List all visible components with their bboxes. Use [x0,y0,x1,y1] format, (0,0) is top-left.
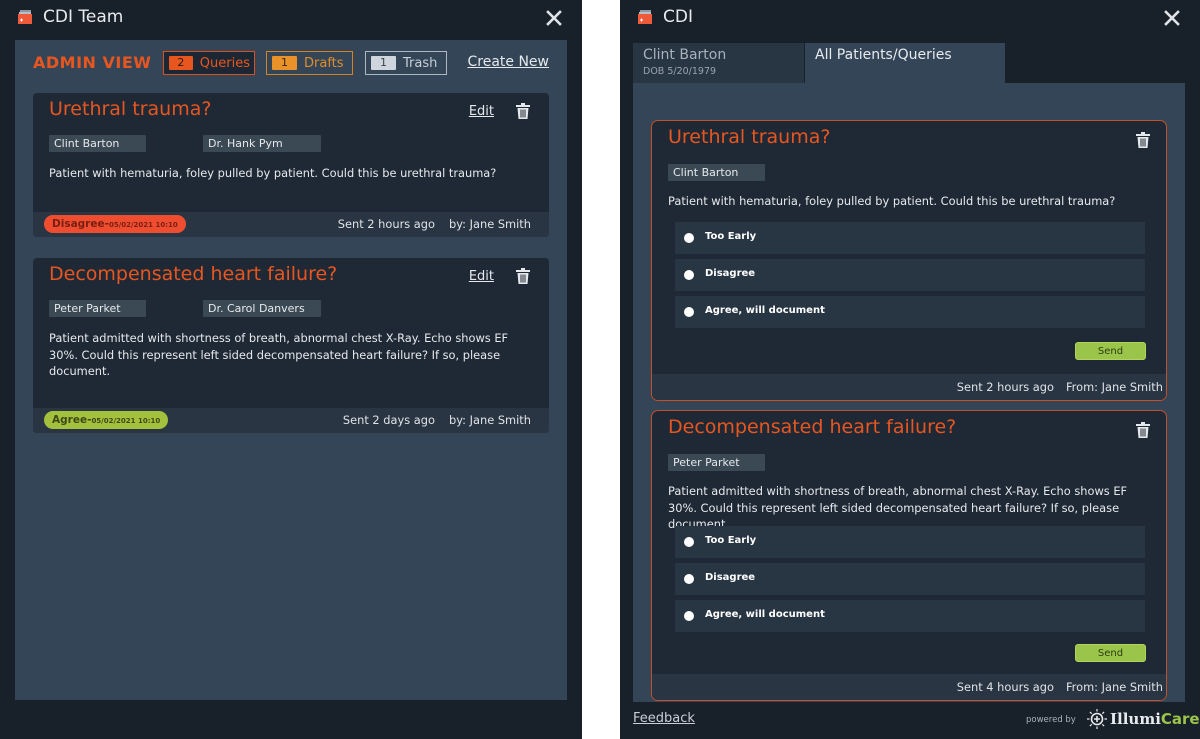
brand-name-care: Care [1160,710,1200,728]
response-options: Too Early Disagree Agree, will document [675,526,1145,637]
tab-label: All Patients/Queries [815,47,952,63]
status-text: Disagree [52,218,105,230]
trash-icon[interactable] [1136,422,1150,438]
sent-time: Sent 2 hours ago [337,217,435,231]
tab-label: Clint Barton [643,47,727,63]
option-label: Too Early [705,231,757,242]
radio-button[interactable] [684,574,694,584]
query-footer: Sent 4 hours ago From: Jane Smith [652,674,1166,700]
option-disagree[interactable]: Disagree [675,259,1145,291]
radio-button[interactable] [684,270,694,280]
drafts-filter-button[interactable]: 1 Drafts [266,51,353,75]
powered-by-label: powered by [1026,715,1076,725]
patient-dob: DOB 5/20/1979 [643,66,717,77]
sender: From: Jane Smith [1065,680,1163,694]
query-footer: Disagree-05/02/2021 10:10 Sent 2 hours a… [33,212,549,237]
cdi-team-window: CDI Team ADMIN VIEW 2 Queries 1 Drafts 1… [0,0,582,739]
status-badge: Disagree-05/02/2021 10:10 [44,215,186,233]
trash-icon[interactable] [516,268,530,284]
query-body: Patient admitted with shortness of breat… [49,331,509,378]
queries-count-badge: 2 [169,56,193,70]
edit-link[interactable]: Edit [469,269,494,284]
option-agree-will-document[interactable]: Agree, will document [675,600,1145,632]
response-options: Too Early Disagree Agree, will document [675,222,1145,333]
window-title: CDI Team [43,7,124,27]
sender: From: Jane Smith [1065,380,1163,394]
query-card: Urethral trauma? Clint Barton Patient wi… [651,120,1167,401]
option-disagree[interactable]: Disagree [675,563,1145,595]
query-title: Urethral trauma? [49,98,212,120]
doctor-chip: Dr. Hank Pym [203,135,321,152]
radio-button[interactable] [684,611,694,621]
option-agree-will-document[interactable]: Agree, will document [675,296,1145,328]
author: by: Jane Smith [449,217,531,231]
tab-patient-clint-barton[interactable]: Clint Barton DOB 5/20/1979 [633,43,804,83]
patient-chip: Clint Barton [668,164,765,181]
send-button[interactable]: Send [1075,644,1146,662]
title-bar: CDI [620,0,1200,38]
query-body: Patient with hematuria, foley pulled by … [49,166,497,180]
trash-count-badge: 1 [371,56,396,70]
radio-button[interactable] [684,537,694,547]
trash-icon[interactable] [1136,132,1150,148]
patient-chip: Clint Barton [49,135,146,152]
brand-name-illumi: Illumi [1110,710,1161,728]
cdi-window: CDI Clint Barton DOB 5/20/1979 All Patie… [620,0,1200,739]
status-date: 05/02/2021 10:10 [91,417,161,425]
drafts-filter-label: Drafts [304,55,344,71]
sun-plus-logo-icon [1087,709,1107,729]
option-too-early[interactable]: Too Early [675,526,1145,558]
option-label: Too Early [705,535,757,546]
query-footer: Agree-05/02/2021 10:10 Sent 2 days ago b… [33,408,549,433]
admin-view-heading: ADMIN VIEW [33,53,152,72]
sent-time: Sent 2 hours ago [956,380,1054,394]
option-label: Disagree [705,572,756,583]
status-badge: Agree-05/02/2021 10:10 [44,411,169,429]
query-card: Decompensated heart failure? Peter Parke… [651,410,1167,701]
title-bar: CDI Team [0,0,582,38]
query-title: Decompensated heart failure? [668,416,957,438]
query-footer: Sent 2 hours ago From: Jane Smith [652,374,1166,400]
query-title: Urethral trauma? [668,126,831,148]
query-title: Decompensated heart failure? [49,263,338,285]
edit-link[interactable]: Edit [469,104,494,119]
tab-all-patients-queries[interactable]: All Patients/Queries [805,43,1005,83]
queries-panel: Urethral trauma? Clint Barton Patient wi… [633,83,1185,702]
folder-app-icon [18,10,32,24]
queries-filter-button[interactable]: 2 Queries [163,51,255,75]
author: by: Jane Smith [449,413,531,427]
doctor-chip: Dr. Carol Danvers [203,300,321,317]
patient-chip: Peter Parket [668,454,765,471]
radio-button[interactable] [684,307,694,317]
radio-button[interactable] [684,233,694,243]
close-icon[interactable] [544,8,564,28]
folder-app-icon [638,10,652,24]
close-icon[interactable] [1162,8,1182,28]
option-label: Agree, will document [705,609,825,620]
option-label: Agree, will document [705,305,825,316]
admin-panel: ADMIN VIEW 2 Queries 1 Drafts 1 Trash Cr… [15,40,567,700]
window-title: CDI [663,7,693,27]
send-button[interactable]: Send [1075,342,1146,360]
admin-toolbar: ADMIN VIEW 2 Queries 1 Drafts 1 Trash Cr… [33,50,549,80]
option-label: Disagree [705,268,756,279]
query-card: Decompensated heart failure? Edit Peter … [33,258,549,433]
sent-time: Sent 2 days ago [342,413,435,427]
status-date: 05/02/2021 10:10 [108,221,178,229]
query-card: Urethral trauma? Edit Clint Barton Dr. H… [33,93,549,237]
patient-chip: Peter Parket [49,300,146,317]
query-body: Patient with hematuria, foley pulled by … [668,194,1116,208]
queries-filter-label: Queries [199,55,250,71]
tab-bar: Clint Barton DOB 5/20/1979 All Patients/… [633,43,1005,83]
sent-time: Sent 4 hours ago [956,680,1054,694]
trash-filter-button[interactable]: 1 Trash [365,51,447,75]
illumicare-logo: Illumi Care [1086,708,1200,730]
status-text: Agree [52,414,88,426]
option-too-early[interactable]: Too Early [675,222,1145,254]
trash-icon[interactable] [516,103,530,119]
create-new-link[interactable]: Create New [467,54,549,70]
feedback-link[interactable]: Feedback [633,711,695,726]
drafts-count-badge: 1 [272,56,297,70]
trash-filter-label: Trash [403,55,438,71]
